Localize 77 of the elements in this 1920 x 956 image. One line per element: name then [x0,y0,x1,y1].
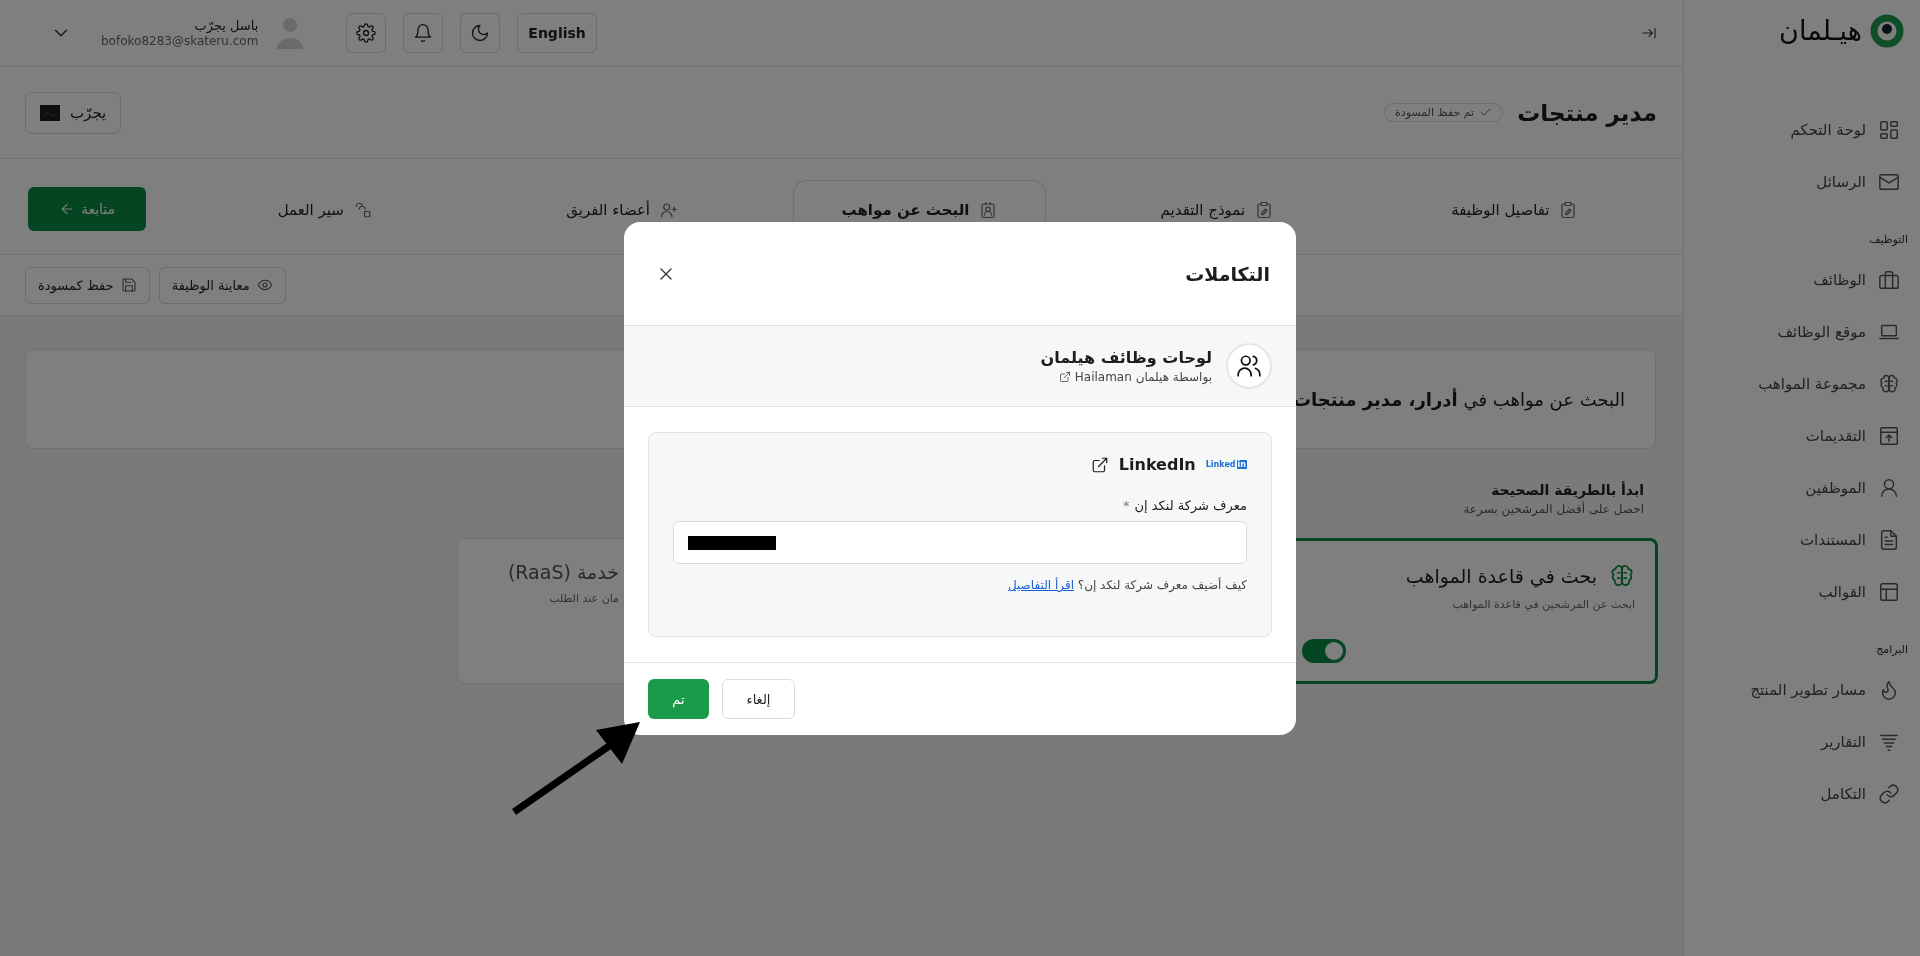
external-link-icon [1090,455,1109,474]
company-button[interactable]: يجرّب [25,91,122,134]
option-subtitle: مان عند الطلب [548,592,619,605]
tab[interactable]: أعضاء الفريق [495,180,749,254]
clipboard-pen-icon [1559,201,1578,219]
sidebar-item[interactable]: مجموعة المواهب [1684,358,1904,410]
provider-name: لوحات وظائف هيلمان [1040,348,1212,367]
eye-icon [256,277,273,293]
sidebar-item[interactable]: الموظفين [1684,462,1904,514]
link-icon [1878,783,1900,805]
user-name: باسل يجرّب [194,18,259,33]
sidebar-item[interactable]: التقديمات [1684,410,1904,462]
user-email: bofoko8283@skateru.com [101,34,259,48]
thumbnail-icon [40,104,60,121]
sidebar-item[interactable]: القوالب [1684,566,1904,618]
section-subtitle: احصل على أفضل المرشحين بسرعة [1463,502,1644,516]
section-label: التوظيف [1868,232,1908,248]
user-plus-icon [660,201,678,219]
linkedin-logo: Linked in [1205,460,1247,469]
required-mark: * [1122,498,1130,513]
moon-icon [470,23,491,43]
input-field[interactable] [673,521,1247,564]
language-button[interactable]: English [517,13,597,53]
heading-text: البحث عن مواهب في أدرار، مدير منتجات [1292,388,1625,410]
user-icon [1878,477,1900,499]
sidebar-item[interactable]: لوحة التحكم [1684,104,1904,156]
notifications-button[interactable] [403,13,444,53]
external-link-icon [1058,371,1071,383]
option-title: خدمة (RaaS) [507,561,619,583]
logo-text: هيـلمان [1779,14,1862,48]
save-icon [120,277,137,293]
brain-icon [1609,563,1635,589]
logo-icon [1870,14,1904,48]
document-icon [1878,529,1900,551]
integration-name: LinkedIn [1118,455,1196,474]
page-title: مدير منتجات [1517,99,1657,126]
upload-tray-icon [1878,425,1900,447]
collapse-icon [1641,25,1657,41]
sidebar-item[interactable]: التقارير [1684,716,1904,768]
mail-icon [1878,171,1900,193]
layout-icon [1878,581,1900,603]
option-subtitle: ابحث عن المرشحين في قاعدة المواهب [1451,598,1635,611]
workflow-icon [353,201,372,219]
sidebar-item[interactable]: الرسائل [1684,156,1904,208]
help-text: كيف أضيف معرف شركة لنكد إن؟ اقرأ التفاصيل [1006,578,1247,592]
section-title: ابدأ بالطريقة الصحيحة [1491,482,1644,498]
sidebar-item[interactable]: مسار تطوير المنتج [1684,664,1904,716]
briefcase-icon [1878,269,1900,291]
section-label: البرامج [1875,642,1908,658]
provider-byline: بواسطة هيلمان Hailaman [1074,370,1212,384]
sidebar-item[interactable]: موقع الوظائف [1684,306,1904,358]
id-badge-icon [979,201,998,219]
read-details-link[interactable]: اقرأ التفاصيل [1007,578,1074,592]
toggle-switch[interactable] [1302,639,1346,663]
tab[interactable]: تفاصيل الوظيفة [1387,180,1641,254]
tab[interactable]: نموذج التقديم [1090,180,1344,254]
sidebar-item[interactable]: التكامل [1684,768,1904,820]
dashboard-grid-icon [1878,119,1900,141]
sidebar-item[interactable]: الوظائف [1684,254,1904,306]
done-button[interactable]: تم [648,679,709,719]
continue-button[interactable]: متابعة [28,186,146,231]
save-draft-button[interactable]: حفظ كمسودة [25,266,150,304]
settings-button[interactable] [346,13,387,53]
clipboard-pen-icon [1255,201,1274,219]
option-title: بحث في قاعدة المواهب [1405,565,1597,587]
users-icon [1236,353,1262,379]
sidebar-item[interactable]: المستندات [1684,514,1904,566]
bell-icon [413,23,434,43]
dialog-title: التكاملات [1185,262,1270,285]
tab[interactable]: سير العمل [198,180,452,254]
brain-icon [1878,373,1900,395]
settings-icon [356,23,377,43]
check-icon [1479,106,1493,119]
cancel-button[interactable]: إلغاء [722,679,795,719]
field-label: معرف شركة لنكد إن [1134,498,1247,513]
preview-button[interactable]: معاينة الوظيفة [158,266,286,304]
theme-button[interactable] [460,13,501,53]
